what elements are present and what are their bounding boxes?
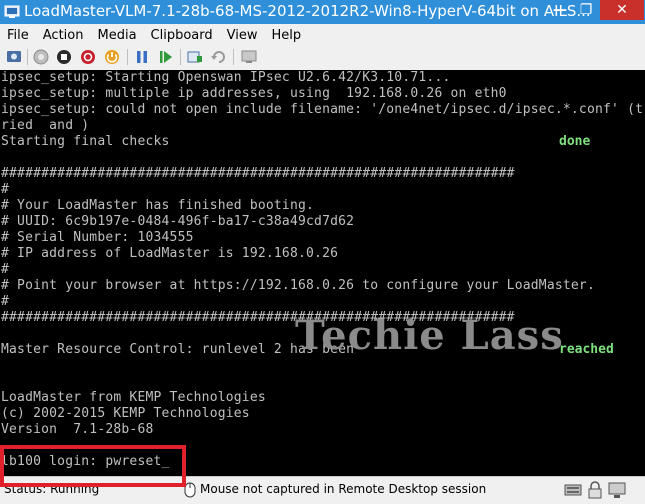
title-bar[interactable]: LoadMaster-VLM-7.1-28b-68-MS-2012-2012R2…: [0, 0, 645, 24]
keyboard-icon: [564, 484, 582, 496]
close-button[interactable]: ✕: [600, 0, 644, 20]
menu-help[interactable]: Help: [264, 26, 308, 46]
mouse-capture-status: Mouse not captured in Remote Desktop ses…: [200, 482, 487, 496]
console-line: # Your LoadMaster has finished booting.: [1, 198, 315, 213]
console-line: LoadMaster from KEMP Technologies: [1, 390, 266, 405]
turn-off-icon[interactable]: [55, 48, 73, 66]
lock-icon: [588, 481, 602, 499]
console-line: (c) 2002-2015 KEMP Technologies: [1, 406, 250, 421]
menu-clipboard[interactable]: Clipboard: [144, 26, 220, 46]
pause-icon[interactable]: [133, 48, 151, 66]
console-line: # IP address of LoadMaster is 192.168.0.…: [1, 246, 339, 261]
shut-down-icon[interactable]: [79, 48, 97, 66]
menu-action[interactable]: Action: [36, 26, 91, 46]
watermark-text: Techie Lass: [295, 312, 564, 359]
console-line: ipsec_setup: could not open include file…: [1, 102, 644, 117]
display-icon: [608, 482, 626, 498]
console-line: # Serial Number: 1034555: [1, 230, 194, 245]
console-line: ipsec_setup: multiple ip addresses, usin…: [1, 86, 507, 101]
menu-file[interactable]: File: [0, 26, 36, 46]
enhanced-session-icon[interactable]: [240, 48, 258, 66]
minimize-button[interactable]: —: [547, 0, 573, 20]
login-highlight-box: [0, 445, 186, 487]
console-line: ########################################…: [1, 166, 515, 181]
console-line: Version 7.1-28b-68: [1, 422, 154, 437]
ctrl-alt-del-icon[interactable]: [5, 48, 23, 66]
status-reached: reached: [559, 342, 614, 357]
restore-button[interactable]: ❐: [573, 0, 599, 20]
console-line: ried and ): [1, 118, 90, 133]
console-line: #: [1, 262, 10, 277]
reset-icon[interactable]: [157, 48, 175, 66]
vm-console-screen[interactable]: ipsec_setup: Starting Openswan IPsec U2.…: [0, 70, 645, 476]
window-title: LoadMaster-VLM-7.1-28b-68-MS-2012-2012R2…: [24, 2, 591, 20]
start-icon[interactable]: [32, 48, 50, 66]
toolbar: [0, 44, 645, 71]
console-line: # Point your browser at https://192.168.…: [1, 278, 595, 293]
console-line: ipsec_setup: Starting Openswan IPsec U2.…: [1, 70, 451, 85]
checkpoint-icon[interactable]: [186, 48, 204, 66]
menu-media[interactable]: Media: [90, 26, 143, 46]
status-done: done: [559, 134, 591, 149]
console-line: #: [1, 294, 10, 309]
console-line: # UUID: 6c9b197e-0484-496f-ba17-c38a49cd…: [1, 214, 355, 229]
menu-bar: File Action Media Clipboard View Help: [0, 24, 645, 45]
revert-icon[interactable]: [210, 48, 228, 66]
console-line: #: [1, 182, 10, 197]
console-line: Starting final checks: [1, 134, 170, 149]
vm-connection-icon: [4, 5, 20, 18]
save-icon[interactable]: [103, 48, 121, 66]
menu-view[interactable]: View: [220, 26, 265, 46]
